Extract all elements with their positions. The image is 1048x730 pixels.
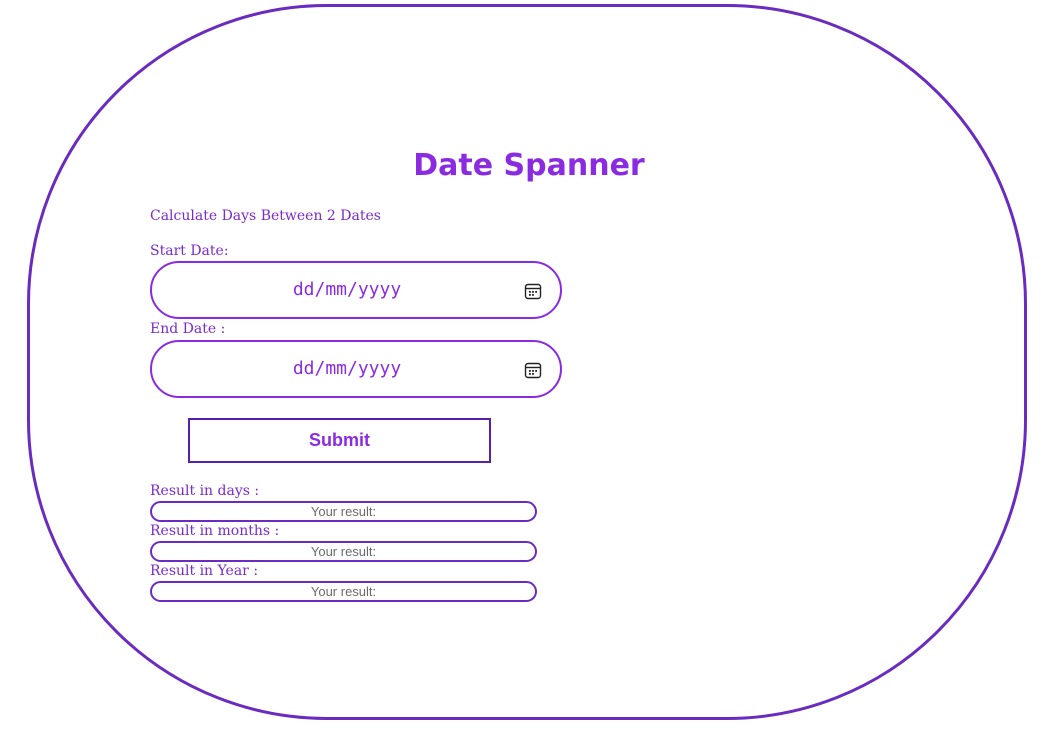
start-date-placeholder: dd/mm/yyyy xyxy=(292,279,402,300)
end-date-label: End Date : xyxy=(150,321,226,337)
result-days-field[interactable]: Your result: xyxy=(150,501,537,522)
result-months-field[interactable]: Your result: xyxy=(150,541,537,562)
end-date-input[interactable]: dd/mm/yyyy xyxy=(150,340,562,398)
result-months-label: Result in months : xyxy=(150,523,280,539)
page-title: Date Spanner xyxy=(413,148,645,183)
result-years-field[interactable]: Your result: xyxy=(150,581,537,602)
result-years-label: Result in Year : xyxy=(150,563,259,579)
calendar-icon[interactable] xyxy=(524,361,542,379)
start-date-label: Start Date: xyxy=(150,243,229,259)
calendar-icon[interactable] xyxy=(524,282,542,300)
submit-button[interactable]: Submit xyxy=(188,418,491,463)
end-date-placeholder: dd/mm/yyyy xyxy=(292,358,402,379)
result-days-label: Result in days : xyxy=(150,483,260,499)
start-date-input[interactable]: dd/mm/yyyy xyxy=(150,261,562,319)
subtitle: Calculate Days Between 2 Dates xyxy=(150,208,381,224)
